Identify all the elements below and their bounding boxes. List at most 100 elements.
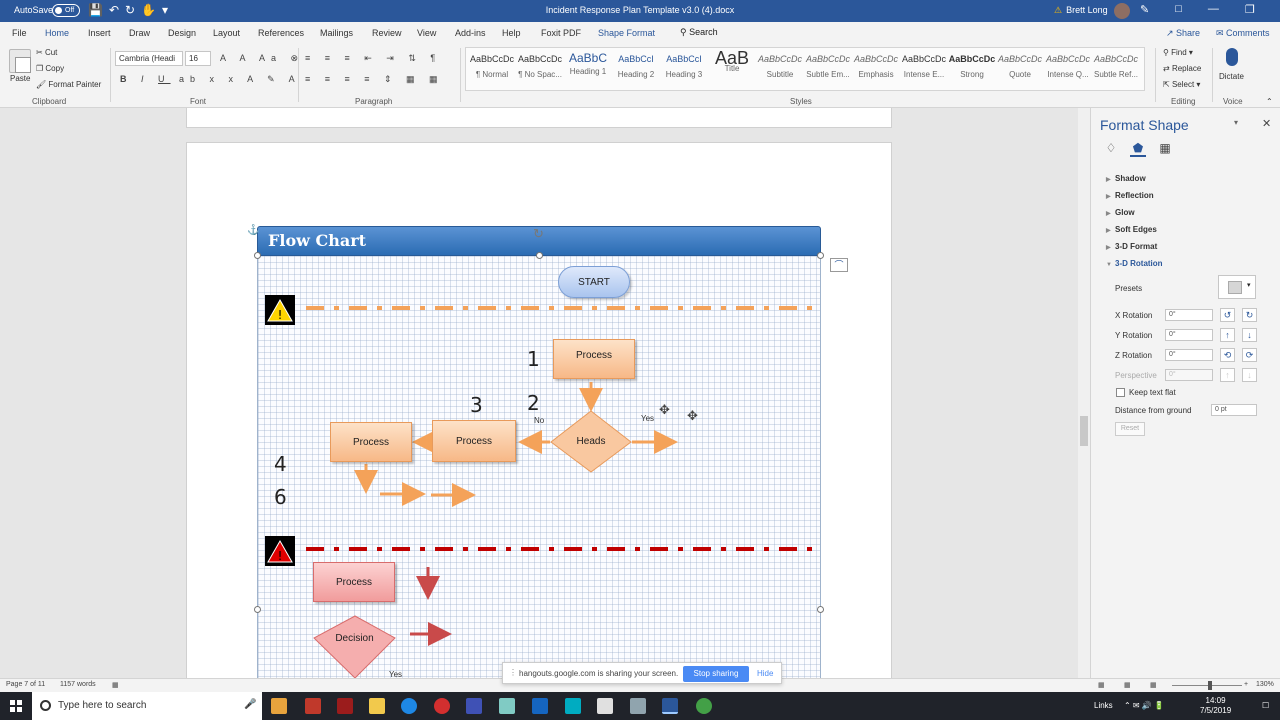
layout-properties-icon[interactable]: ▦	[1157, 141, 1173, 157]
list-buttons[interactable]: ≡ ≡ ≡ ⇤ ⇥ ⇅ ¶	[305, 53, 441, 64]
tab-review[interactable]: Review	[372, 28, 402, 38]
process-box-mid[interactable]: Process	[432, 420, 516, 462]
tab-view[interactable]: View	[417, 28, 436, 38]
tab-draw[interactable]: Draw	[129, 28, 150, 38]
stop-sharing-button[interactable]: Stop sharing	[683, 666, 749, 682]
drag-handle-icon[interactable]: ⋮	[509, 668, 517, 677]
app-icon[interactable]	[466, 698, 482, 714]
tab-home[interactable]: Home	[45, 28, 69, 38]
effects-icon[interactable]: ⬟	[1130, 141, 1146, 157]
pane-options-icon[interactable]: ▾	[1234, 118, 1238, 127]
style-item[interactable]: AaBbCcDc Subtitle	[756, 48, 804, 88]
section-glow[interactable]: ▶ Glow	[1106, 208, 1135, 217]
app-icon[interactable]	[499, 698, 515, 714]
process-box-top[interactable]: Process	[553, 339, 635, 379]
focus-mode-icon[interactable]: ▦	[1098, 681, 1105, 689]
style-item[interactable]: AaB Title	[708, 48, 756, 88]
microphone-icon[interactable]	[1226, 48, 1238, 66]
tab-add-ins[interactable]: Add-ins	[455, 28, 486, 38]
zoom-slider[interactable]	[1172, 685, 1242, 686]
resize-handle[interactable]	[536, 252, 543, 259]
tab-mailings[interactable]: Mailings	[320, 28, 353, 38]
flowchart-canvas[interactable]: START ! ! Process Heads Process Process …	[257, 256, 821, 679]
user-account[interactable]: ⚠ Brett Long	[1054, 5, 1108, 16]
windows-start-icon[interactable]	[10, 700, 22, 712]
tab-references[interactable]: References	[258, 28, 304, 38]
tell-me-search[interactable]: ⚲ Search	[680, 27, 718, 38]
clock[interactable]: 14:09 7/5/2019	[1200, 696, 1231, 716]
rotate-counterclockwise-icon[interactable]: ⟲	[1220, 348, 1235, 362]
style-item[interactable]: AaBbCcDc Intense E...	[900, 48, 948, 88]
opera-icon[interactable]	[434, 698, 450, 714]
font-size-box[interactable]: 16	[185, 51, 211, 66]
tab-shape-format[interactable]: Shape Format	[598, 28, 655, 38]
avatar[interactable]	[1114, 3, 1130, 19]
resize-handle[interactable]	[817, 606, 824, 613]
zoom-in-icon[interactable]: +	[1244, 681, 1248, 688]
edge-icon[interactable]	[401, 698, 417, 714]
section-shadow[interactable]: ▶ Shadow	[1106, 174, 1146, 183]
proofing-icon[interactable]: ▦	[112, 681, 119, 689]
paste-icon[interactable]	[9, 49, 31, 73]
presets-dropdown[interactable]: ▾	[1218, 275, 1256, 299]
style-item[interactable]: AaBbCcI Heading 3	[660, 48, 708, 88]
tab-help[interactable]: Help	[502, 28, 521, 38]
taskbar-search[interactable]: Type here to search 🎤	[32, 692, 262, 720]
format-painter-button[interactable]: 🖌 Format Painter	[36, 80, 101, 89]
zoom-level[interactable]: 130%	[1256, 681, 1274, 688]
replace-button[interactable]: ⇄ Replace	[1163, 64, 1201, 73]
decision-heads[interactable]: Heads	[551, 411, 631, 472]
resize-handle[interactable]	[817, 252, 824, 259]
task-view-icon[interactable]	[271, 698, 287, 714]
app-icon[interactable]	[337, 698, 353, 714]
app-icon[interactable]	[532, 698, 548, 714]
rotate-down-icon[interactable]: ↓	[1242, 328, 1257, 342]
web-layout-icon[interactable]: ▦	[1150, 681, 1157, 689]
links-toolbar[interactable]: Links	[1094, 701, 1113, 710]
share-button[interactable]: ↗ Share	[1160, 25, 1206, 41]
distance-input[interactable]: 0 pt	[1211, 404, 1257, 416]
app-icon[interactable]	[597, 698, 613, 714]
font-size-controls[interactable]: A A Aa ⊗	[220, 53, 304, 64]
alignment-buttons[interactable]: ≡ ≡ ≡ ≡ ⇕ ▦ ▦	[305, 74, 444, 85]
tab-foxit-pdf[interactable]: Foxit PDF	[541, 28, 581, 38]
select-button[interactable]: ⇱ Select ▾	[1163, 80, 1200, 89]
cut-button[interactable]: ✂ Cut	[36, 48, 57, 57]
section-3d-rotation[interactable]: ▼ 3-D Rotation	[1106, 259, 1163, 268]
notifications-icon[interactable]: ☐	[1262, 701, 1269, 710]
chrome-icon[interactable]	[696, 698, 712, 714]
app-icon[interactable]	[305, 698, 321, 714]
dictate-button[interactable]: Dictate	[1219, 72, 1244, 81]
app-icon[interactable]	[630, 698, 646, 714]
style-item[interactable]: AaBbCcI Heading 2	[612, 48, 660, 88]
style-item[interactable]: AaBbCcDc Intense Q...	[1044, 48, 1092, 88]
style-item[interactable]: AaBbCcDc Subtle Em...	[804, 48, 852, 88]
collapse-ribbon-icon[interactable]: ⌃	[1266, 97, 1273, 106]
style-item[interactable]: AaBbCcDc ¶ No Spac...	[516, 48, 564, 88]
print-layout-icon[interactable]: ▦	[1124, 681, 1131, 689]
file-explorer-icon[interactable]	[369, 698, 385, 714]
paste-button[interactable]: Paste	[10, 74, 30, 83]
rotate-clockwise-icon[interactable]: ⟳	[1242, 348, 1257, 362]
z-rotation-input[interactable]: 0°	[1165, 349, 1213, 361]
comments-button[interactable]: ✉ Comments	[1210, 25, 1276, 41]
start-terminator[interactable]: START	[558, 266, 630, 298]
zoom-slider-thumb[interactable]	[1208, 681, 1212, 690]
resize-handle[interactable]	[254, 606, 261, 613]
tray-icons[interactable]: ⌃ ✉ 🔊 🔋	[1124, 701, 1164, 710]
font-format-buttons[interactable]: B I U ab x x A ✎ A	[120, 74, 301, 85]
tab-insert[interactable]: Insert	[88, 28, 111, 38]
style-item[interactable]: AaBbCcDc Strong	[948, 48, 996, 88]
word-icon[interactable]	[662, 698, 678, 714]
font-name-box[interactable]: Cambria (Headi	[115, 51, 183, 66]
section-3d-format[interactable]: ▶ 3-D Format	[1106, 242, 1157, 251]
style-item[interactable]: AaBbCcDc ¶ Normal	[468, 48, 516, 88]
rotate-handle-icon[interactable]: ↻	[533, 226, 544, 242]
layout-options-icon[interactable]: ⌒	[830, 258, 848, 272]
word-count[interactable]: 1157 words	[60, 681, 96, 688]
microphone-icon[interactable]: 🎤	[244, 699, 256, 710]
keep-text-flat-checkbox[interactable]	[1116, 388, 1125, 397]
style-item[interactable]: AaBbCcDc Quote	[996, 48, 1044, 88]
ribbon-display-icon[interactable]: □	[1175, 3, 1182, 16]
process-box-red[interactable]: Process	[313, 562, 395, 602]
